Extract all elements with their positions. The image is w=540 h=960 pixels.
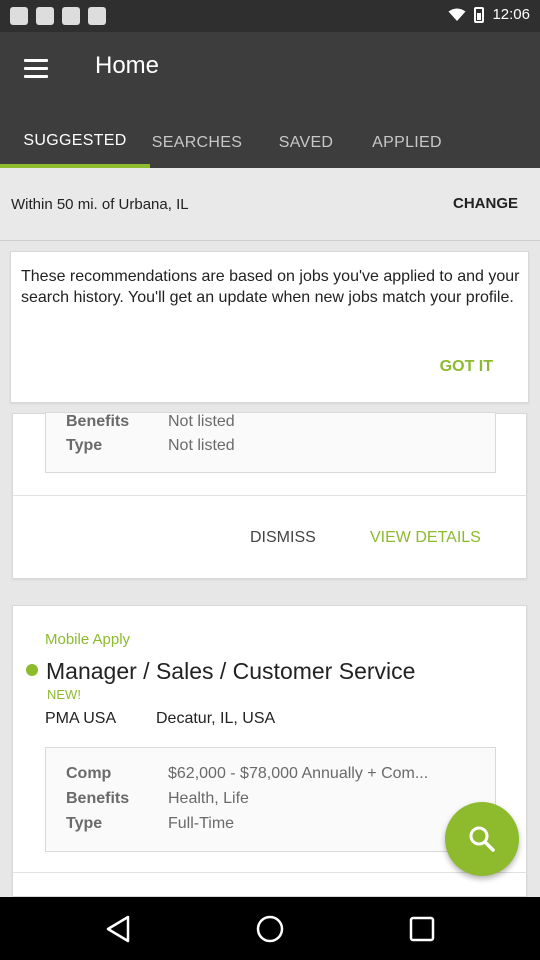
job-details-box: Benefits Not listed Type Not listed [45, 412, 496, 473]
location-bar: Within 50 mi. of Urbana, IL CHANGE [0, 168, 540, 241]
detail-label: Benefits [66, 413, 130, 430]
new-indicator-dot [26, 664, 38, 676]
app-bar: Home SUGGESTED SEARCHES SAVED APPLIED [0, 32, 540, 168]
notification-icon [88, 7, 106, 25]
tab-suggested[interactable]: SUGGESTED [0, 118, 150, 168]
new-badge: NEW! [47, 687, 81, 702]
detail-value: Not listed [168, 437, 235, 454]
job-card[interactable]: Benefits Not listed Type Not listed DISM… [12, 412, 527, 579]
detail-label: Type [66, 437, 103, 454]
notification-icon [62, 7, 80, 25]
detail-row-comp: Comp $62,000 - $78,000 Annually + Com... [46, 765, 495, 785]
status-notifications [10, 7, 106, 25]
status-time: 12:06 [492, 6, 530, 23]
wifi-icon [448, 8, 466, 21]
detail-row-benefits: Benefits Health, Life [46, 790, 495, 810]
page-title: Home [95, 52, 160, 79]
detail-label: Benefits [66, 790, 130, 807]
tab-saved[interactable]: SAVED [244, 118, 368, 168]
job-title[interactable]: Manager / Sales / Customer Service [46, 658, 415, 685]
job-location: Decatur, IL, USA [156, 710, 276, 727]
detail-row-type: Type Full-Time [46, 815, 495, 835]
tab-searches[interactable]: SEARCHES [150, 118, 244, 168]
recommendation-info-text: These recommendations are based on jobs … [21, 268, 520, 306]
change-location-button[interactable]: CHANGE [453, 195, 518, 212]
recommendation-info-card: These recommendations are based on jobs … [10, 251, 529, 403]
view-details-button[interactable]: VIEW DETAILS [370, 529, 481, 547]
company-name: PMA USA [45, 710, 117, 727]
got-it-button[interactable]: GOT IT [440, 358, 493, 376]
search-fab-button[interactable] [445, 802, 519, 876]
hamburger-menu-icon[interactable] [18, 52, 54, 84]
mobile-apply-label: Mobile Apply [45, 631, 131, 648]
detail-value: Health, Life [168, 790, 249, 807]
notification-icon [36, 7, 54, 25]
detail-value: Not listed [168, 413, 235, 430]
search-icon [469, 826, 495, 852]
detail-row-type: Type Not listed [46, 437, 495, 457]
notification-icon [10, 7, 28, 25]
home-icon[interactable] [254, 913, 286, 945]
tab-bar: SUGGESTED SEARCHES SAVED APPLIED [0, 118, 540, 168]
detail-row-benefits: Benefits Not listed [46, 413, 495, 433]
location-text: Within 50 mi. of Urbana, IL [11, 196, 189, 213]
system-nav-bar [0, 897, 540, 960]
detail-label: Comp [66, 765, 112, 782]
detail-label: Type [66, 815, 103, 832]
job-details-box: Comp $62,000 - $78,000 Annually + Com...… [45, 747, 496, 852]
dismiss-button[interactable]: DISMISS [250, 529, 316, 547]
recent-apps-icon[interactable] [406, 913, 438, 945]
back-icon[interactable] [102, 913, 134, 945]
detail-value: $62,000 - $78,000 Annually + Com... [168, 765, 429, 782]
detail-value: Full-Time [168, 815, 235, 832]
divider [13, 495, 526, 496]
status-bar: 12:06 [0, 0, 540, 32]
tab-applied[interactable]: APPLIED [368, 118, 446, 168]
status-system-icons: 12:06 [448, 6, 530, 23]
battery-icon [474, 6, 485, 23]
divider [13, 872, 526, 873]
